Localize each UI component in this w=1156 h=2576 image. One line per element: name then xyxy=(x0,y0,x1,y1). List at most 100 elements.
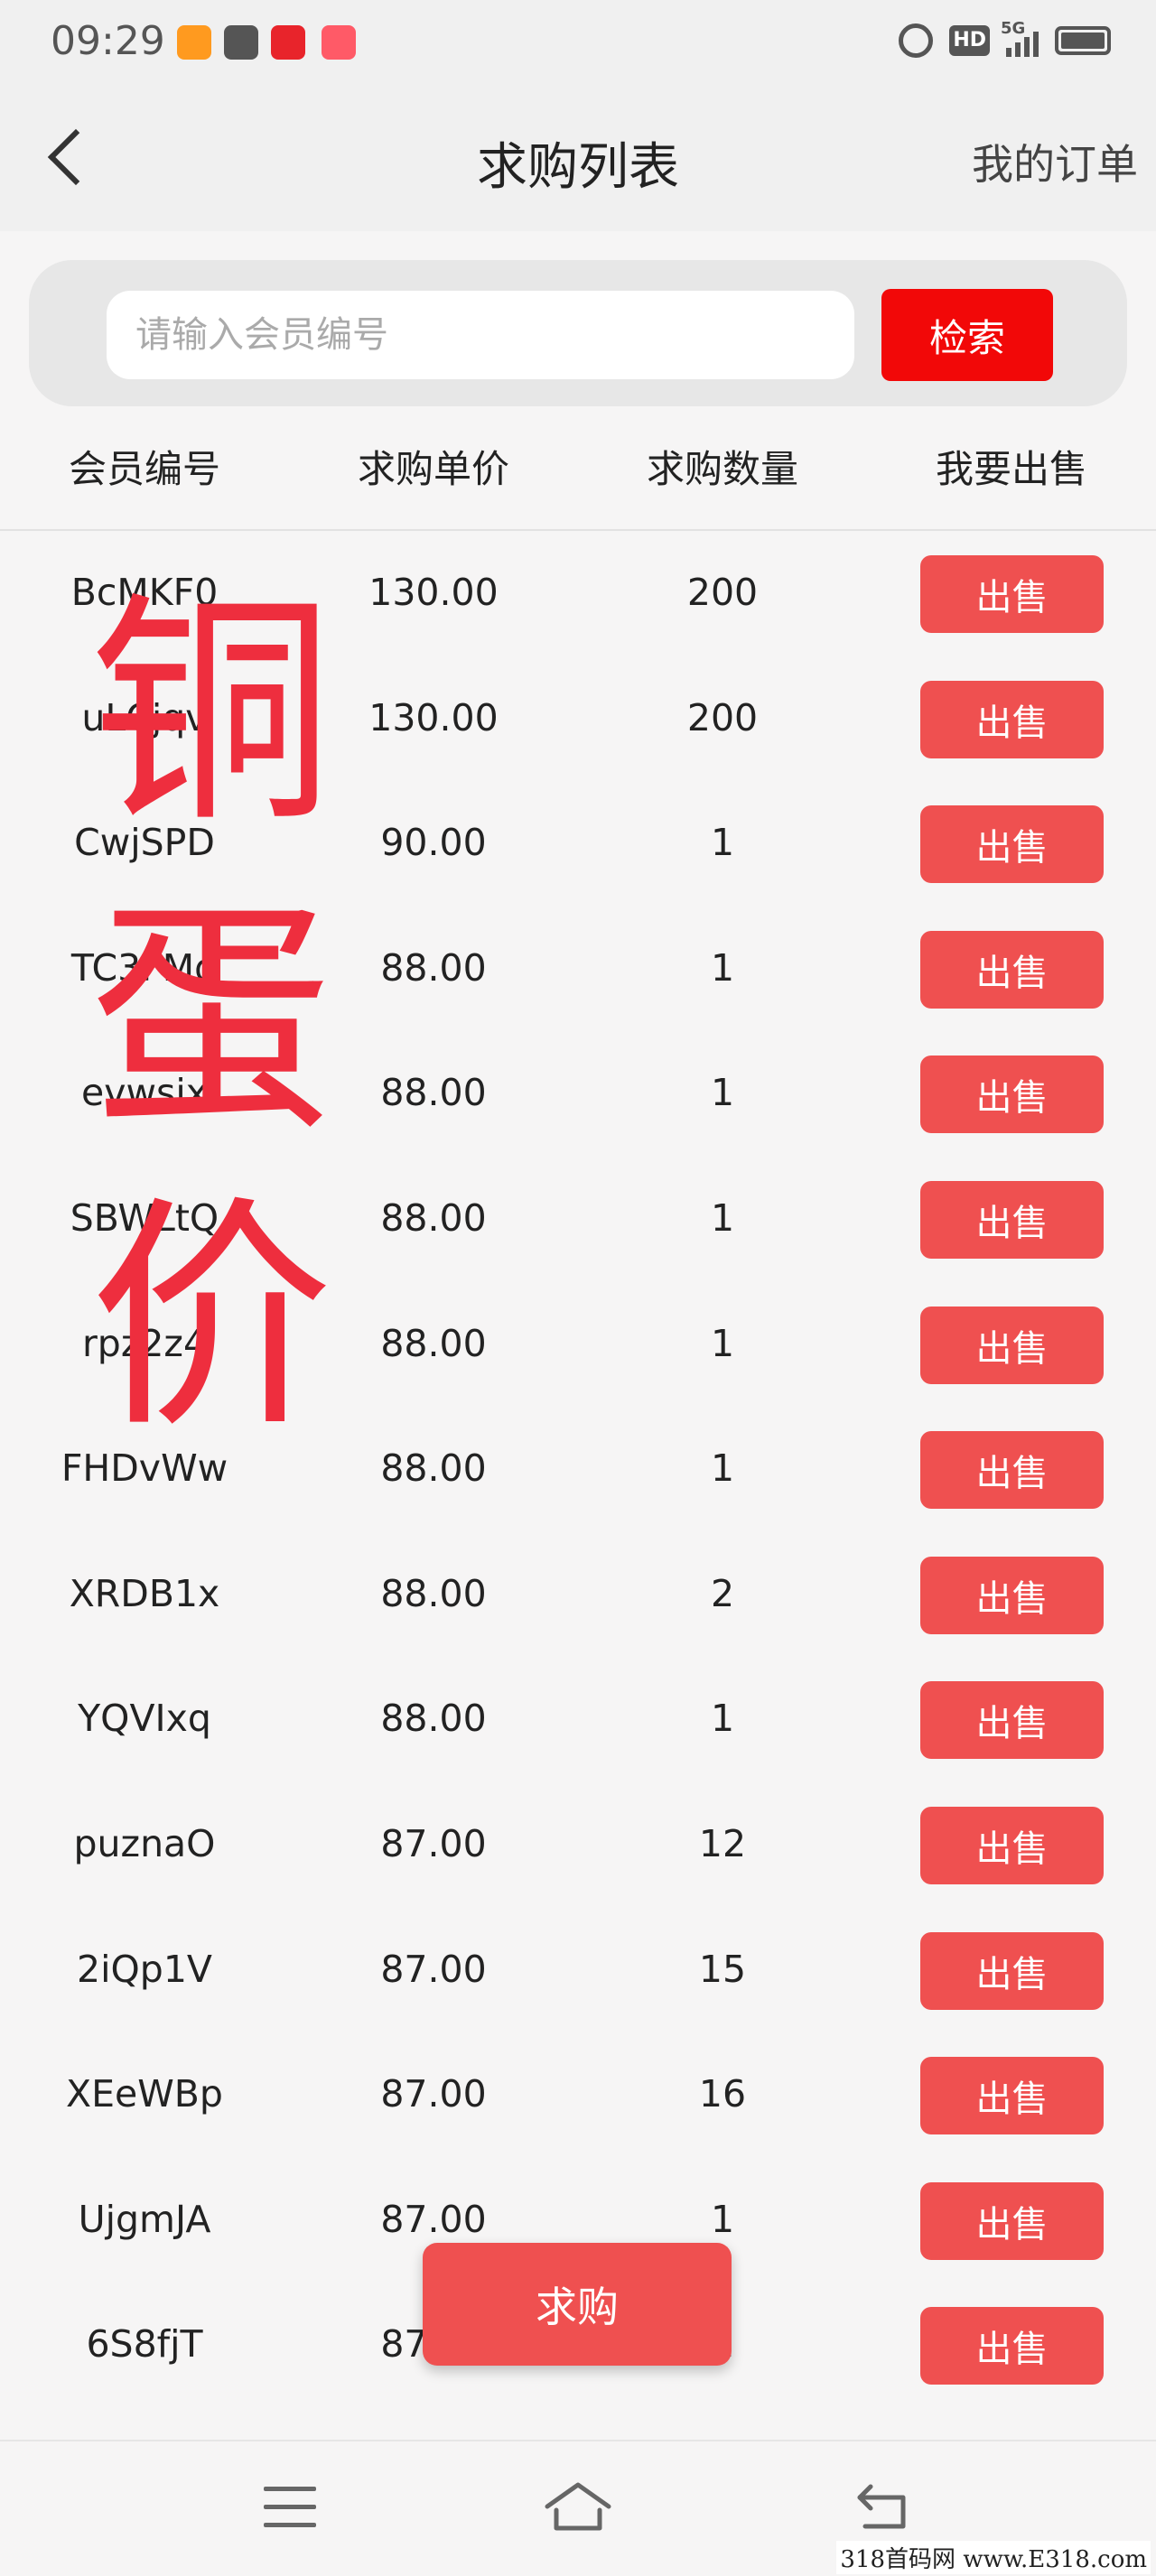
camera-app-icon xyxy=(322,25,356,60)
quantity-cell: 1 xyxy=(710,1071,735,1115)
table-row: uLCjqv 130.00 200 出售 xyxy=(0,658,1156,784)
sell-button[interactable]: 出售 xyxy=(920,555,1104,633)
table-row: FHDvWw 88.00 1 出售 xyxy=(0,1409,1156,1534)
member-id-cell: 2iQp1V xyxy=(77,1947,212,1991)
sell-button[interactable]: 出售 xyxy=(920,1681,1104,1760)
column-header-sell: 我要出售 xyxy=(935,447,1087,491)
quantity-cell: 1 xyxy=(710,1321,735,1365)
column-header-quantity: 求购数量 xyxy=(646,447,798,491)
sell-button[interactable]: 出售 xyxy=(920,1306,1104,1384)
quantity-cell: 1 xyxy=(710,1446,735,1491)
page: 09:29 HD 5G 求购列表 我的订单 检索 会员编号 求购单价 求购数量 … xyxy=(0,0,1156,2576)
quantity-cell: 200 xyxy=(686,571,759,614)
home-icon[interactable] xyxy=(542,2479,614,2534)
my-orders-link[interactable]: 我的订单 xyxy=(972,132,1138,191)
price-cell: 88.00 xyxy=(380,1071,487,1115)
sell-button[interactable]: 出售 xyxy=(920,1931,1104,2010)
price-cell: 130.00 xyxy=(368,571,499,614)
member-id-cell: UjgmJA xyxy=(78,2197,211,2241)
footer-credit: 318首码网 www.E318.com xyxy=(836,2541,1151,2574)
price-cell: 88.00 xyxy=(380,1446,487,1491)
search-card: 检索 xyxy=(29,260,1127,406)
member-id-cell: YQVIxq xyxy=(78,1697,211,1741)
sell-button[interactable]: 出售 xyxy=(920,1056,1104,1134)
table-row: puznaO 87.00 12 出售 xyxy=(0,1784,1156,1910)
alarm-icon xyxy=(899,23,934,58)
table-row: SBWLtQ 88.00 1 出售 xyxy=(0,1158,1156,1284)
quantity-cell: 2 xyxy=(710,1571,735,1615)
sell-button[interactable]: 出售 xyxy=(920,1180,1104,1259)
price-cell: 88.00 xyxy=(380,1697,487,1741)
sell-button[interactable]: 出售 xyxy=(920,805,1104,884)
sell-button[interactable]: 出售 xyxy=(920,1556,1104,1634)
column-header-member-id: 会员编号 xyxy=(68,447,220,491)
member-id-cell: 6S8fjT xyxy=(86,2322,203,2367)
table-row: TC3FMq 88.00 1 出售 xyxy=(0,908,1156,1034)
quantity-cell: 1 xyxy=(710,821,735,865)
price-cell: 87.00 xyxy=(380,1821,487,1865)
table-row: evwsix 88.00 1 出售 xyxy=(0,1033,1156,1158)
sell-button[interactable]: 出售 xyxy=(920,930,1104,1009)
member-id-cell: puznaO xyxy=(73,1821,216,1865)
table-body: BcMKF0 130.00 200 出售 uLCjqv 130.00 200 出… xyxy=(0,533,1156,2410)
sell-button[interactable]: 出售 xyxy=(920,2057,1104,2135)
quantity-cell: 1 xyxy=(710,1697,735,1741)
column-header-price: 求购单价 xyxy=(357,447,509,491)
quantity-cell: 1 xyxy=(710,1195,735,1240)
member-id-search-input[interactable] xyxy=(107,291,854,379)
back-icon[interactable] xyxy=(854,2479,909,2534)
sell-button[interactable]: 出售 xyxy=(920,2307,1104,2385)
hd-icon: HD xyxy=(949,25,990,56)
member-id-cell: CwjSPD xyxy=(74,821,215,865)
search-button[interactable]: 检索 xyxy=(881,289,1053,381)
member-id-cell: FHDvWw xyxy=(61,1446,228,1491)
table-row: CwjSPD 90.00 1 出售 xyxy=(0,783,1156,908)
quantity-cell: 1 xyxy=(710,2197,735,2241)
price-cell: 87.00 xyxy=(380,1947,487,1991)
menu-icon[interactable] xyxy=(264,2487,316,2528)
price-cell: 88.00 xyxy=(380,1571,487,1615)
table-row: rpz2z4 88.00 1 出售 xyxy=(0,1284,1156,1409)
status-time: 09:29 xyxy=(51,18,165,64)
quantity-cell: 1 xyxy=(710,945,735,990)
status-indicators: HD 5G xyxy=(899,19,1111,58)
member-id-cell: BcMKF0 xyxy=(70,571,219,614)
table-row: XRDB1x 88.00 2 出售 xyxy=(0,1534,1156,1660)
header: 求购列表 我的订单 xyxy=(0,90,1156,231)
status-bar: 09:29 HD 5G xyxy=(0,0,1156,90)
quantity-cell: 12 xyxy=(698,1821,747,1865)
member-id-cell: XEeWBp xyxy=(66,2072,223,2116)
quantity-cell: 16 xyxy=(698,2072,747,2116)
member-id-cell: SBWLtQ xyxy=(70,1195,219,1240)
purchase-request-button[interactable]: 求购 xyxy=(423,2243,732,2366)
video-app-icon xyxy=(224,25,258,60)
member-id-cell: evwsix xyxy=(80,1071,209,1115)
price-cell: 88.00 xyxy=(380,1195,487,1240)
table-header: 会员编号 求购单价 求购数量 我要出售 xyxy=(0,432,1156,531)
sell-button[interactable]: 出售 xyxy=(920,1431,1104,1510)
table-row: 2iQp1V 87.00 15 出售 xyxy=(0,1910,1156,2035)
member-id-cell: TC3FMq xyxy=(70,945,219,990)
signal-icon: 5G xyxy=(1001,19,1039,57)
sell-button[interactable]: 出售 xyxy=(920,680,1104,758)
shopping-app-icon xyxy=(271,25,305,60)
price-cell: 88.00 xyxy=(380,1321,487,1365)
member-id-cell: rpz2z4 xyxy=(81,1321,208,1365)
quantity-cell: 15 xyxy=(698,1947,747,1991)
sell-button[interactable]: 出售 xyxy=(920,1806,1104,1884)
table-row: XEeWBp 87.00 16 出售 xyxy=(0,2034,1156,2160)
member-id-cell: uLCjqv xyxy=(81,695,208,739)
price-cell: 130.00 xyxy=(368,695,499,739)
sell-button[interactable]: 出售 xyxy=(920,2181,1104,2260)
battery-icon xyxy=(1055,26,1111,55)
table-row: YQVIxq 88.00 1 出售 xyxy=(0,1659,1156,1784)
price-cell: 87.00 xyxy=(380,2197,487,2241)
price-cell: 90.00 xyxy=(380,821,487,865)
58-app-icon xyxy=(177,25,211,60)
network-label: 5G xyxy=(1001,19,1026,38)
member-id-cell: XRDB1x xyxy=(69,1571,220,1615)
price-cell: 87.00 xyxy=(380,2072,487,2116)
price-cell: 88.00 xyxy=(380,945,487,990)
quantity-cell: 200 xyxy=(686,695,759,739)
table-row: BcMKF0 130.00 200 出售 xyxy=(0,533,1156,658)
